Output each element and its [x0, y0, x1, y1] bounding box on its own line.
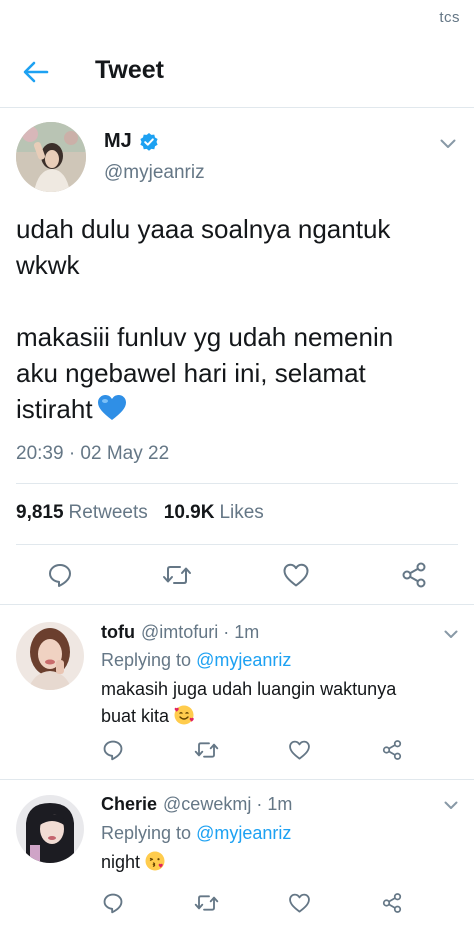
reply-button[interactable]: [45, 560, 75, 590]
reply-tweet[interactable]: tofu @imtofuri · 1m Replying to @myjeanr…: [0, 605, 474, 780]
reply-options-button[interactable]: [440, 623, 462, 645]
reply-text-line-last: night: [101, 849, 431, 880]
reply-time: 1m: [267, 794, 293, 814]
chevron-down-icon: [444, 801, 458, 809]
verified-badge-icon: [139, 132, 159, 152]
retweet-button[interactable]: [162, 560, 192, 590]
likes-count: 10.9K: [163, 502, 215, 523]
tweet-text-line: udah dulu yaaa soalnya ngantuk: [16, 214, 391, 244]
retweet-button[interactable]: [191, 888, 221, 918]
reply-tweet[interactable]: Cherie @cewekmj · 1m Replying to @myjean…: [0, 780, 474, 936]
retweets-label: Retweets: [68, 502, 148, 523]
avatar-image: [16, 622, 84, 690]
likes-label: Likes: [219, 502, 264, 523]
like-button[interactable]: [284, 735, 314, 765]
avatar[interactable]: [16, 795, 84, 863]
share-button[interactable]: [399, 560, 429, 590]
avatar-image: [16, 122, 86, 192]
like-button[interactable]: [281, 560, 311, 590]
avatar[interactable]: [16, 122, 86, 192]
heart-icon: [288, 740, 310, 760]
chevron-down-icon: [444, 630, 458, 638]
reply-author-name[interactable]: tofu: [101, 622, 135, 643]
reply-author-name[interactable]: Cherie: [101, 794, 157, 815]
share-icon: [402, 562, 426, 588]
reply-time: 1m: [234, 622, 260, 642]
share-icon: [382, 740, 402, 760]
tweet-options-button[interactable]: [436, 132, 460, 156]
divider: [16, 483, 458, 484]
replying-label: Replying to: [101, 823, 192, 843]
reply-header: Cherie @cewekmj · 1m: [101, 794, 292, 815]
retweet-button[interactable]: [191, 735, 221, 765]
share-icon: [382, 893, 402, 913]
smiling-face-with-hearts-emoji-icon: [173, 704, 195, 734]
replying-to: Replying to @myjeanriz: [101, 823, 291, 844]
share-button[interactable]: [377, 888, 407, 918]
retweet-icon: [163, 566, 191, 584]
replying-label: Replying to: [101, 650, 192, 670]
tweet-timestamp: 20:39 · 02 May 22: [16, 443, 170, 464]
reply-text-line-last: buat kita: [101, 703, 431, 734]
watermark-text: tcs: [439, 9, 460, 26]
replying-mention-link[interactable]: @myjeanriz: [196, 823, 291, 843]
reply-options-button[interactable]: [440, 794, 462, 816]
reply-author-handle[interactable]: @cewekmj: [163, 794, 251, 815]
replying-to: Replying to @myjeanriz: [101, 650, 291, 671]
tweet-text-line: makasiii funluv yg udah nemenin: [16, 322, 394, 352]
tweet-header: Tweet: [0, 34, 474, 108]
retweets-stat[interactable]: 9,815 Retweets: [16, 502, 148, 524]
like-button[interactable]: [284, 888, 314, 918]
author-name-row[interactable]: MJ: [104, 130, 159, 153]
blue-heart-emoji-icon: [97, 394, 127, 431]
reply-button[interactable]: [98, 735, 128, 765]
back-button[interactable]: [18, 54, 54, 90]
share-button[interactable]: [377, 735, 407, 765]
page-title: Tweet: [95, 56, 164, 84]
separator-dot: ·: [223, 622, 230, 642]
reply-header: tofu @imtofuri · 1m: [101, 622, 259, 643]
separator-dot: ·: [256, 794, 263, 814]
main-tweet: MJ @myjeanriz udah dulu yaaa soalnya nga…: [0, 108, 474, 605]
tweet-text-line: aku ngebawel hari ini, selamat: [16, 358, 366, 388]
reply-text: night: [101, 849, 431, 880]
likes-stat[interactable]: 10.9K Likes: [164, 502, 264, 524]
tweet-stats: 9,815 Retweets 10.9K Likes: [16, 502, 264, 524]
tweet-text-line: wkwk: [16, 250, 80, 280]
face-blowing-kiss-emoji-icon: [144, 850, 166, 880]
heart-icon: [283, 563, 309, 587]
reply-button[interactable]: [98, 888, 128, 918]
comment-icon: [103, 893, 123, 914]
reply-text-word: night: [101, 852, 141, 872]
avatar[interactable]: [16, 622, 84, 690]
display-name: MJ: [104, 130, 132, 152]
tweet-text-line-last: istiraht: [16, 391, 456, 431]
arrow-left-icon: [23, 61, 49, 83]
reply-author-handle[interactable]: @imtofuri: [141, 622, 218, 643]
status-bar: tcs: [0, 0, 474, 34]
author-handle[interactable]: @myjeanriz: [104, 162, 205, 184]
replying-mention-link[interactable]: @myjeanriz: [196, 650, 291, 670]
reply-text-word: buat kita: [101, 706, 170, 726]
heart-icon: [288, 893, 310, 913]
tweet-text-word: istiraht: [16, 394, 93, 424]
comment-icon: [103, 740, 123, 761]
retweet-icon: [194, 895, 218, 911]
avatar-image: [16, 795, 84, 863]
tweet-text: udah dulu yaaa soalnya ngantuk wkwk maka…: [16, 211, 456, 431]
comment-icon: [49, 564, 71, 587]
reply-text: makasih juga udah luangin waktunya buat …: [101, 676, 431, 734]
chevron-down-icon: [440, 139, 456, 148]
reply-text-line: makasih juga udah luangin waktunya: [101, 679, 397, 699]
retweet-icon: [194, 742, 218, 758]
retweets-count: 9,815: [16, 502, 64, 523]
divider: [16, 544, 458, 545]
